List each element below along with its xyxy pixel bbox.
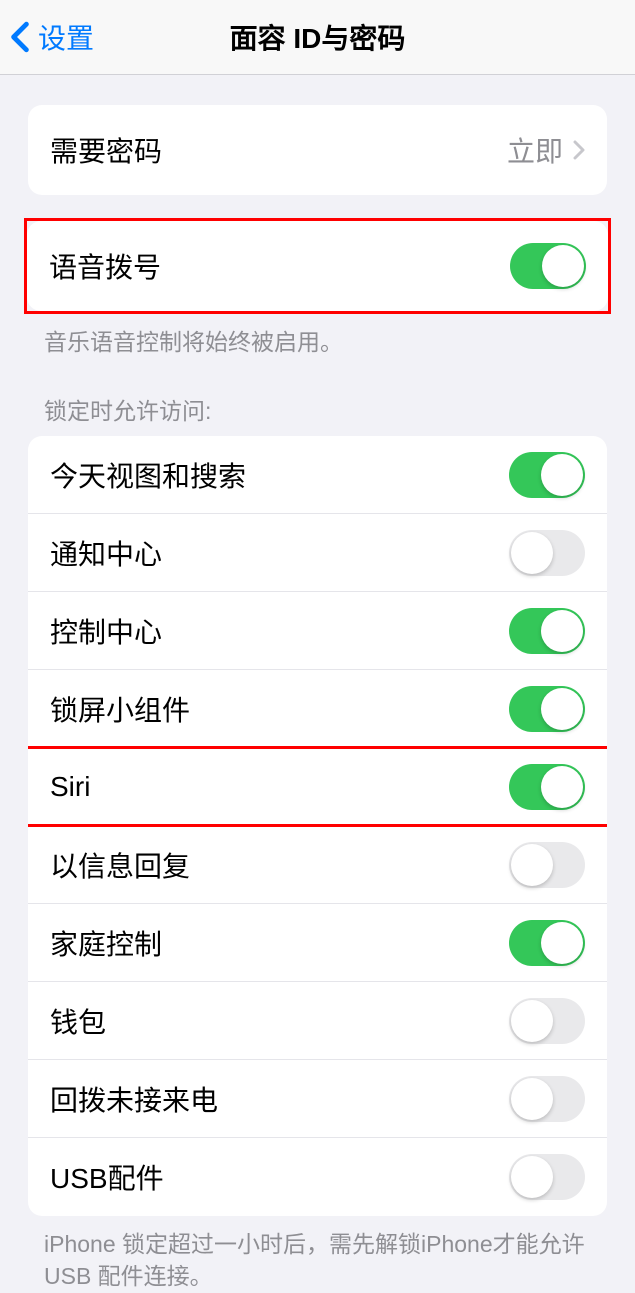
lock-item-today-view: 今天视图和搜索: [28, 436, 607, 514]
require-passcode-value: 立即: [507, 130, 563, 170]
require-passcode-value-wrap: 立即: [507, 130, 585, 170]
voice-dial-footer: 音乐语音控制将始终被启用。: [0, 314, 635, 358]
back-label: 设置: [38, 17, 94, 57]
lock-item-label: Siri: [50, 771, 90, 803]
lock-item-label: 通知中心: [50, 533, 162, 573]
back-button[interactable]: 设置: [0, 17, 94, 57]
toggle-knob: [511, 1078, 553, 1120]
voice-dial-group: 语音拨号: [27, 221, 608, 311]
toggle-knob: [511, 1156, 553, 1198]
lock-item-toggle[interactable]: [509, 764, 585, 810]
toggle-knob: [511, 1000, 553, 1042]
lock-item-reply-with-message: 以信息回复: [28, 826, 607, 904]
lock-item-toggle[interactable]: [509, 686, 585, 732]
lock-item-label: USB配件: [50, 1157, 164, 1197]
chevron-left-icon: [10, 21, 30, 53]
require-passcode-row[interactable]: 需要密码 立即: [28, 105, 607, 195]
toggle-knob: [541, 922, 583, 964]
lock-item-toggle[interactable]: [509, 1154, 585, 1200]
lock-item-control-center: 控制中心: [28, 592, 607, 670]
lock-item-toggle[interactable]: [509, 998, 585, 1044]
toggle-knob: [511, 532, 553, 574]
lock-item-toggle[interactable]: [509, 530, 585, 576]
toggle-knob: [541, 688, 583, 730]
lock-item-label: 回拨未接来电: [50, 1079, 218, 1119]
chevron-right-icon: [573, 140, 585, 160]
lock-item-label: 锁屏小组件: [50, 689, 190, 729]
lock-item-wallet: 钱包: [28, 982, 607, 1060]
lock-item-siri: Siri: [28, 748, 607, 826]
navigation-header: 设置 面容 ID与密码: [0, 0, 635, 75]
lock-item-label: 今天视图和搜索: [50, 455, 246, 495]
lock-item-toggle[interactable]: [509, 608, 585, 654]
require-passcode-group: 需要密码 立即: [28, 105, 607, 195]
lock-item-label: 控制中心: [50, 611, 162, 651]
toggle-knob: [541, 766, 583, 808]
lock-item-usb-accessories: USB配件: [28, 1138, 607, 1216]
voice-dial-row: 语音拨号: [27, 221, 608, 311]
lock-access-header: 锁定时允许访问:: [0, 358, 635, 436]
lock-item-toggle[interactable]: [509, 842, 585, 888]
lock-item-notification-center: 通知中心: [28, 514, 607, 592]
page-title: 面容 ID与密码: [230, 17, 406, 57]
lock-item-toggle[interactable]: [509, 1076, 585, 1122]
toggle-knob: [542, 245, 584, 287]
toggle-knob: [541, 454, 583, 496]
lock-item-return-missed-calls: 回拨未接来电: [28, 1060, 607, 1138]
voice-dial-toggle[interactable]: [510, 243, 586, 289]
lock-item-label: 钱包: [50, 1001, 106, 1041]
lock-item-lock-screen-widgets: 锁屏小组件: [28, 670, 607, 748]
lock-item-toggle[interactable]: [509, 920, 585, 966]
highlight-voice-dial: 语音拨号: [24, 218, 611, 314]
toggle-knob: [511, 844, 553, 886]
lock-access-group: 今天视图和搜索 通知中心 控制中心 锁屏小组件 Siri 以信息回复 家庭控制: [28, 436, 607, 1216]
lock-item-label: 以信息回复: [50, 845, 190, 885]
lock-access-footer: iPhone 锁定超过一小时后，需先解锁iPhone才能允许USB 配件连接。: [0, 1216, 635, 1292]
voice-dial-label: 语音拨号: [49, 246, 161, 286]
lock-item-home-control: 家庭控制: [28, 904, 607, 982]
lock-item-label: 家庭控制: [50, 923, 162, 963]
lock-item-toggle[interactable]: [509, 452, 585, 498]
require-passcode-label: 需要密码: [50, 130, 162, 170]
toggle-knob: [541, 610, 583, 652]
